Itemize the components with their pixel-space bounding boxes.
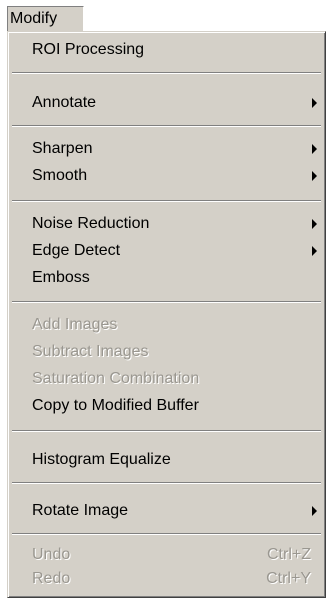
menu-separator [12,430,321,432]
menu-separator [12,125,321,127]
menu-item-subtract-images: Subtract Images [10,338,323,365]
menu-item-label: Histogram Equalize [32,451,171,468]
menu-item-rotate-image[interactable]: Rotate Image [10,497,323,524]
menu-item-add-images: Add Images [10,311,323,338]
menu-item-undo: Undo Ctrl+Z [10,541,323,568]
menu-separator [12,533,321,535]
menu-item-label: Sharpen [32,140,93,157]
menu-item-shortcut: Ctrl+Y [266,570,311,587]
menu-item-label: Redo [32,570,71,587]
submenu-arrow-icon [312,219,317,229]
menu-separator [12,72,321,74]
menu-item-label: Annotate [32,94,97,111]
submenu-arrow-icon [312,144,317,154]
submenu-arrow-icon [312,171,317,181]
menu-item-label: Noise Reduction [32,215,150,232]
menu-item-label: ROI Processing [32,41,145,58]
menu-item-redo: Redo Ctrl+Y [10,565,323,592]
menu-item-emboss[interactable]: Emboss [10,264,323,291]
menu-item-label: Subtract Images [32,343,149,360]
menu-item-noise-reduction[interactable]: Noise Reduction [10,210,323,237]
submenu-arrow-icon [312,246,317,256]
menu-item-sharpen[interactable]: Sharpen [10,135,323,162]
menu-item-label: Emboss [32,269,90,286]
submenu-arrow-icon [312,98,317,108]
menu-item-smooth[interactable]: Smooth [10,162,323,189]
modify-dropdown-menu: ROI Processing Annotate Sharpen Smooth N… [7,31,326,598]
menu-item-histogram-equalize[interactable]: Histogram Equalize [10,446,323,473]
menu-separator [12,482,321,484]
menu-item-label: Rotate Image [32,502,129,519]
menu-item-annotate[interactable]: Annotate [10,89,323,116]
menu-separator [12,301,321,303]
menu-item-label: Copy to Modified Buffer [32,397,199,414]
menu-item-label: Edge Detect [32,242,121,259]
screen: Modify ROI Processing Annotate Sharpen S… [0,0,327,599]
menu-item-label: Add Images [32,316,118,333]
menu-item-saturation-combination: Saturation Combination [10,365,323,392]
menu-item-roi-processing[interactable]: ROI Processing [10,36,323,63]
menu-separator [12,200,321,202]
menu-item-label: Saturation Combination [32,370,200,387]
submenu-arrow-icon [312,506,317,516]
menu-item-shortcut: Ctrl+Z [267,546,311,563]
menu-item-label: Smooth [32,167,88,184]
menu-item-label: Undo [32,546,71,563]
menu-item-copy-to-modified-buffer[interactable]: Copy to Modified Buffer [10,392,323,419]
menu-title-modify[interactable]: Modify [7,6,84,31]
menu-item-edge-detect[interactable]: Edge Detect [10,237,323,264]
